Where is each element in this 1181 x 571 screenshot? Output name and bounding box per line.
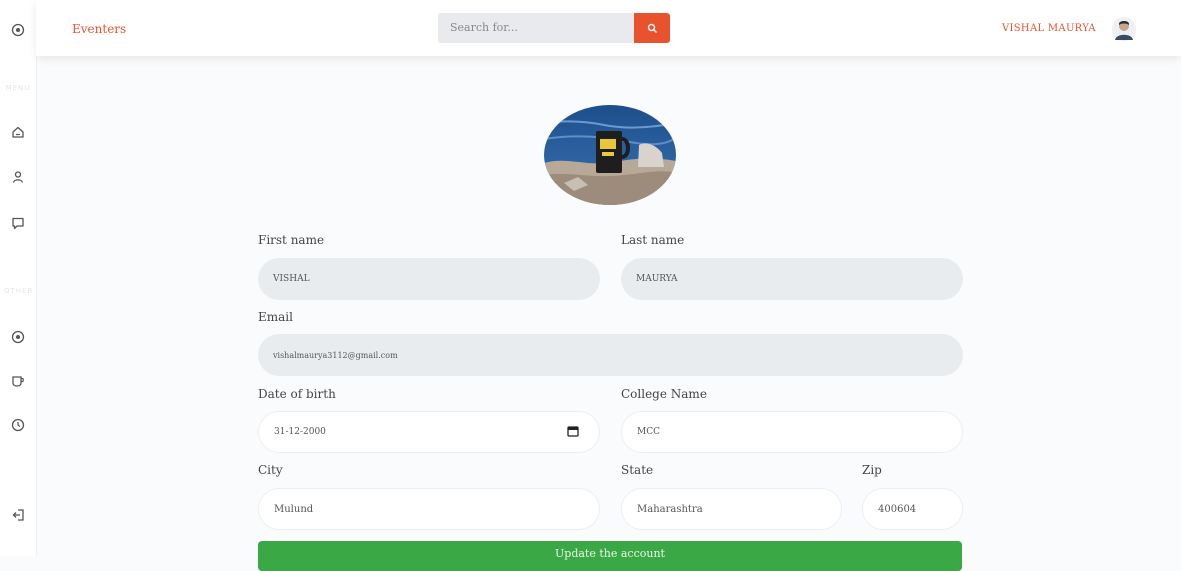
calendar-icon[interactable]: [567, 425, 579, 440]
email-label: Email: [258, 310, 293, 324]
search-input[interactable]: Search for...: [438, 13, 634, 43]
last-name-field[interactable]: MAURYA: [621, 258, 963, 300]
college-label: College Name: [621, 387, 707, 401]
last-name-label: Last name: [621, 233, 685, 247]
logout-icon[interactable]: [6, 503, 30, 527]
dob-value: 31-12-2000: [274, 427, 326, 437]
home-icon[interactable]: [6, 120, 30, 144]
radio-icon[interactable]: [6, 325, 30, 349]
state-label: State: [621, 463, 654, 477]
zip-field[interactable]: 400604: [862, 488, 963, 530]
avatar[interactable]: [1111, 16, 1137, 42]
dob-label: Date of birth: [258, 387, 336, 401]
email-field[interactable]: vishalmaurya3112@gmail.com: [258, 334, 963, 376]
search-button[interactable]: [634, 13, 670, 43]
first-name-field[interactable]: VISHAL: [258, 258, 600, 300]
top-header: Eventers Search for... VISHAL MAURYA: [36, 0, 1181, 56]
state-field[interactable]: Maharashtra: [621, 488, 842, 530]
coffee-icon[interactable]: [6, 369, 30, 393]
sidebar-section-menu: MENU: [5, 84, 31, 92]
dob-field[interactable]: 31-12-2000: [258, 411, 600, 453]
city-field[interactable]: Mulund: [258, 488, 600, 530]
user-name[interactable]: VISHAL MAURYA: [1002, 23, 1096, 34]
target-icon[interactable]: [6, 18, 30, 42]
brand-link[interactable]: Eventers: [72, 22, 126, 36]
clock-icon[interactable]: [6, 413, 30, 437]
profile-photo[interactable]: [544, 105, 676, 205]
sidebar: MENU OTHER: [0, 0, 37, 556]
chat-icon[interactable]: [6, 211, 30, 235]
search-icon: [647, 23, 657, 33]
sidebar-section-other: OTHER: [4, 287, 34, 295]
college-field[interactable]: MCC: [621, 411, 963, 453]
zip-label: Zip: [862, 463, 882, 477]
first-name-label: First name: [258, 233, 325, 247]
city-label: City: [258, 463, 283, 477]
update-account-button[interactable]: Update the account: [258, 541, 962, 571]
user-icon[interactable]: [6, 165, 30, 189]
